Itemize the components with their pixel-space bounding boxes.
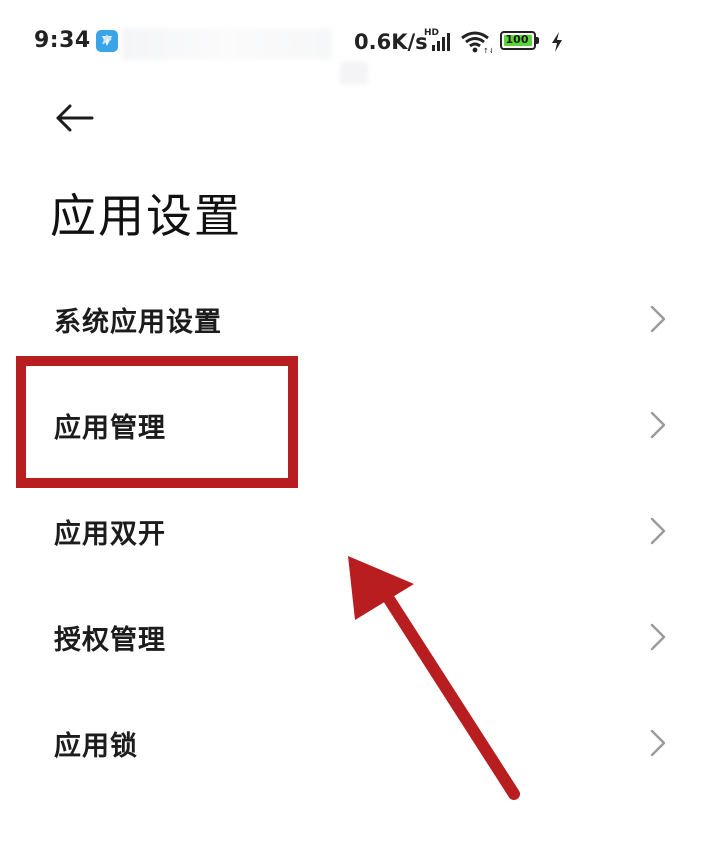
app-notification-icon [96,30,118,52]
battery-icon: 100 [500,31,542,52]
list-item-label: 应用锁 [54,731,138,762]
network-speed: 0.6K/s [354,30,428,54]
blurred-notification-area [340,62,368,84]
cell-signal-icon: HD [424,28,456,54]
list-item-permissions[interactable]: 授权管理 [0,584,720,690]
status-time: 9:34 [34,28,91,53]
hd-label: HD [424,28,440,38]
list-item-label: 授权管理 [54,625,166,656]
status-bar: 9:34 0.6K/s HD ↑↓ 100 [0,0,720,86]
arrow-left-icon [56,104,94,132]
chevron-right-icon [650,305,666,333]
svg-text:↑↓: ↑↓ [483,47,492,54]
settings-list: 系统应用设置 应用管理 应用双开 授权管理 应用锁 [0,266,720,796]
chevron-right-icon [650,729,666,757]
chevron-right-icon [650,623,666,651]
chevron-right-icon [650,411,666,439]
battery-level: 100 [505,33,529,46]
back-button[interactable] [50,96,100,140]
chevron-right-icon [650,517,666,545]
battery-tip [536,37,539,44]
blurred-notification-area [122,28,332,60]
list-item-label: 应用双开 [54,519,166,550]
list-item-app-lock[interactable]: 应用锁 [0,690,720,796]
charging-bolt-icon [550,30,564,54]
wifi-icon: ↑↓ [460,30,495,55]
list-item-label: 系统应用设置 [54,307,222,338]
annotation-highlight-box [16,356,298,488]
list-item-dual-apps[interactable]: 应用双开 [0,478,720,584]
page-title: 应用设置 [50,189,242,243]
